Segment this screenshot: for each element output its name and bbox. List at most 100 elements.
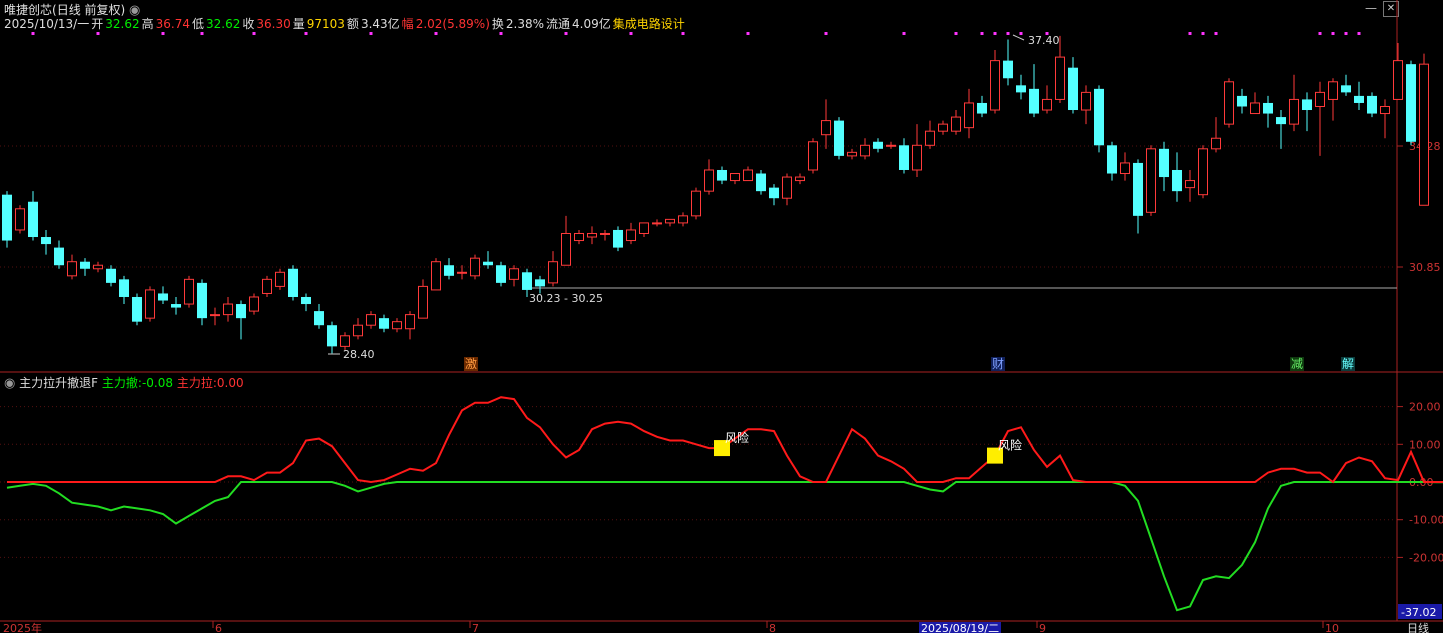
signal-dot [96,32,100,35]
candle [509,265,519,287]
candle-body [561,232,571,266]
candle-body [678,215,688,224]
current-value: -37.02 [1401,606,1436,619]
candle-body [899,145,909,170]
candle [392,318,402,333]
chart-canvas[interactable]: 34.28 30.85 37.40 28.40 30.23 - 30.25 20… [0,0,1443,633]
risk-label: 风险 [998,438,1022,453]
candle [1419,53,1429,206]
candle-body [158,293,168,301]
candle-body [418,285,428,319]
event-badge-unlock[interactable]: 解 [1341,357,1355,371]
candle [990,50,1000,114]
candle-body [132,296,142,322]
date-axis: 2025年 6 7 8 2025/08/19/二 9 10 日线 [3,621,1429,633]
candle [1393,42,1403,100]
candle [1237,88,1247,114]
signal-dot [1344,32,1348,35]
candle [1263,95,1273,128]
signal-dot [434,32,438,35]
price-axis: 34.28 30.85 [0,140,1441,274]
candle [353,318,363,340]
candle-body [847,151,857,157]
candle-body [925,130,935,146]
candle [379,314,389,333]
candle-body [912,144,922,171]
candle-body [457,271,467,274]
candle [405,311,415,340]
signal-dots [31,32,1361,35]
candle [132,293,142,326]
candle-body [782,176,792,199]
candle-body [444,265,454,276]
candle-body [795,176,805,182]
candle [691,187,701,220]
candle-body [80,261,90,269]
candle-body [704,169,714,192]
candle-body [1406,64,1416,142]
candle [639,222,649,238]
candle-body [509,268,519,280]
candle-body [717,169,727,181]
candle-body [483,261,493,266]
candle-body [353,324,363,337]
candle-body [743,169,753,182]
candle-body [1172,169,1182,192]
candle-body [873,141,883,149]
candle [1016,74,1026,100]
event-badge-unlock-text: 解 [1341,357,1354,371]
candle-body [1068,67,1078,111]
candle-body [574,232,584,242]
candle [964,88,974,139]
candle [951,110,961,135]
candle-body [1146,148,1156,213]
candle-body [119,279,129,297]
candle-body [67,261,77,277]
candle-body [106,268,116,283]
candle-body [431,261,441,291]
candle [2,191,12,248]
candle-body [548,261,558,284]
candle-body [145,289,155,319]
candle [535,275,545,294]
candle [197,279,207,326]
candle-body [197,282,207,319]
candle [860,138,870,160]
period-tab[interactable]: 日线 [1407,621,1429,633]
candle [756,169,766,195]
candle [587,226,597,245]
indicator-level: 20.00 [1409,401,1441,414]
candle [1185,169,1195,202]
candle [795,173,805,185]
candle-body [535,279,545,287]
high-pointer [1012,34,1025,41]
candle-body [184,278,194,305]
candle-body [652,222,662,225]
signal-dot [31,32,35,35]
event-badge-finance-text: 财 [991,357,1004,371]
event-badge-incentive[interactable]: 激 [464,357,478,371]
candle-body [327,325,337,347]
candle [145,286,155,322]
candle [1354,81,1364,111]
candle [210,307,220,326]
signal-dot [993,32,997,35]
candle-body [522,272,532,290]
range-annotation: 30.23 - 30.25 [529,292,603,305]
candle [1250,92,1260,115]
event-badge-finance[interactable]: 财 [991,357,1005,371]
signal-dot [369,32,373,35]
candle-body [808,141,818,171]
signal-dot [304,32,308,35]
candle [28,191,38,241]
signal-dot [1201,32,1205,35]
candle [457,265,467,280]
event-badge-reduce[interactable]: 减 [1290,357,1304,371]
candle-body [1055,56,1065,100]
candle [15,205,25,234]
candle-body [470,257,480,277]
candle [912,124,922,178]
candle [821,99,831,149]
candle [977,95,987,118]
candle [652,219,662,227]
